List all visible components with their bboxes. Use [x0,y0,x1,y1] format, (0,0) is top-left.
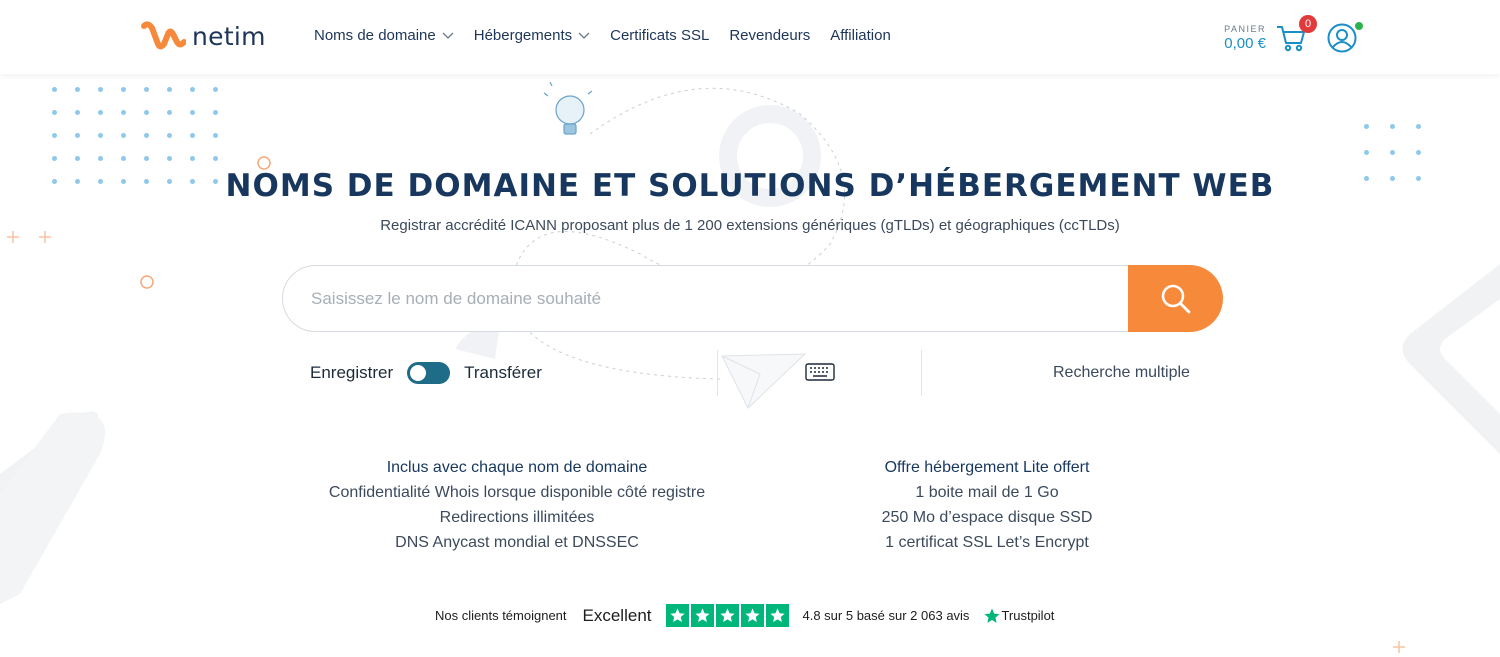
search-icon [1161,284,1190,313]
nav-domain-names[interactable]: Noms de domaine [314,27,454,44]
list-item: Confidentialité Whois lorsque disponible… [328,484,706,501]
cart-count-badge: 0 [1299,15,1317,33]
site-header: netim Noms de domaine Hébergements Certi… [0,0,1500,74]
register-label[interactable]: Enregistrer [310,363,393,383]
transfer-label[interactable]: Transférer [464,363,542,383]
trust-verdict: Excellent [582,605,652,625]
trustpilot-brand: Trustpilot [983,607,1054,625]
included-features: Inclus avec chaque nom de domaine Confid… [292,455,742,555]
multiple-search-link[interactable]: Recherche multiple [1053,364,1190,382]
divider [921,350,922,396]
background-decoration [0,81,1500,653]
list-item: DNS Anycast mondial et DNSSEC [395,534,639,551]
chevron-down-icon [578,32,590,39]
netim-logo-icon [141,21,186,50]
hosting-offer: Offre hébergement Lite offert 1 boite ma… [812,455,1162,555]
included-title: Inclus avec chaque nom de domaine [386,459,648,476]
nav-hosting[interactable]: Hébergements [474,27,590,44]
offer-title: Offre hébergement Lite offert [884,459,1090,476]
trustpilot-label: Trustpilot [1001,608,1055,623]
main-nav: Noms de domaine Hébergements Certificats… [314,27,891,44]
nav-label: Revendeurs [729,27,811,44]
cart-label: PANIER [1224,24,1266,34]
page-subtitle: Registrar accrédité ICANN proposant plus… [380,217,1120,234]
register-transfer-toggle[interactable] [407,362,451,384]
nav-label: Noms de domaine [314,27,436,44]
list-item: Redirections illimitées [439,509,595,526]
domain-search-input[interactable] [311,286,1111,312]
search-button[interactable] [1128,265,1223,332]
star-icon [740,604,764,627]
nav-label: Certificats SSL [610,27,710,44]
cart-amount: 0,00 € [1224,35,1266,52]
toggle-knob [410,365,427,381]
star-icon [765,604,789,627]
page-title: NOMS DE DOMAINE ET SOLUTIONS D’HÉBERGEME… [225,168,1275,204]
list-item: 1 boite mail de 1 Go [915,484,1059,501]
keyboard-icon[interactable] [805,363,835,381]
user-icon[interactable] [1327,23,1357,53]
star-icon [715,604,739,627]
list-item: 1 certificat SSL Let’s Encrypt [885,534,1089,551]
nav-label: Affiliation [830,27,891,44]
star-rating [665,604,789,627]
nav-ssl-certificates[interactable]: Certificats SSL [610,27,709,44]
star-icon [665,604,689,627]
list-item: 250 Mo d’espace disque SSD [881,509,1093,526]
star-icon [690,604,714,627]
trustpilot-star-icon [984,608,1000,623]
register-transfer-switch: Enregistrer Transférer [310,362,542,384]
divider [717,350,718,396]
logo-text: netim [192,21,266,51]
trust-intro: Nos clients témoignent [435,608,567,623]
trust-rating-text: 4.8 sur 5 basé sur 2 063 avis [802,608,970,623]
cart-summary[interactable]: PANIER 0,00 € [1216,24,1266,52]
chevron-down-icon [442,32,454,39]
nav-resellers[interactable]: Revendeurs [729,27,810,44]
nav-affiliation[interactable]: Affiliation [830,27,891,44]
domain-search-bar [282,265,1223,332]
online-status-dot [1355,22,1363,30]
nav-label: Hébergements [473,27,573,44]
trustpilot-widget[interactable]: Nos clients témoignent Excellent 4.8 sur… [435,604,1054,627]
logo[interactable]: netim [140,20,266,52]
